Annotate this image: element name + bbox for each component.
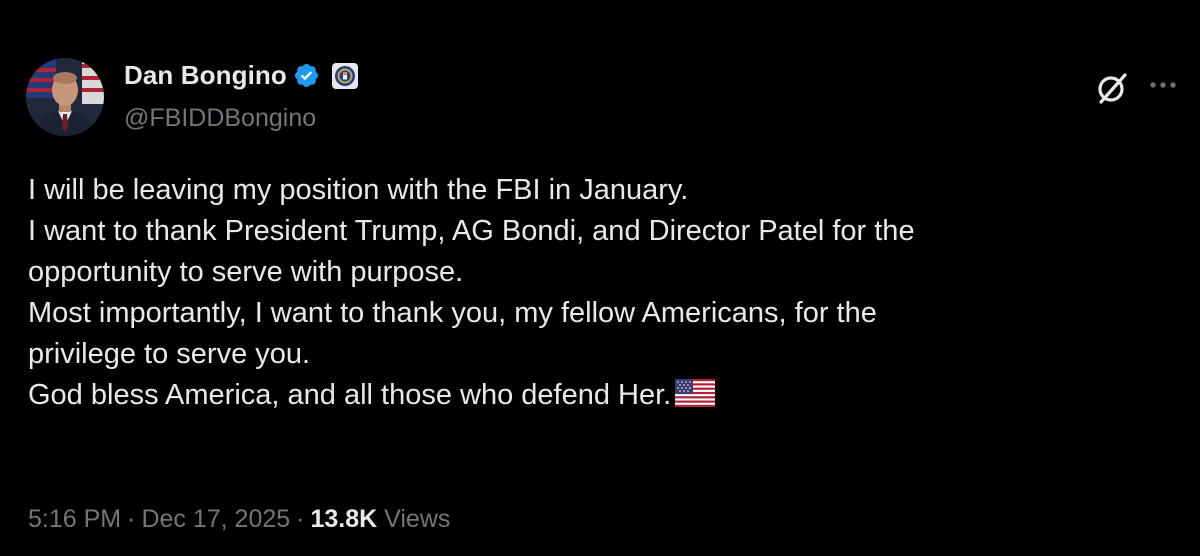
tweet-line: privilege to serve you. — [28, 338, 311, 370]
meta-separator: · — [127, 505, 136, 533]
tweet-meta: 5:16 PM · Dec 17, 2025 · 13.8K Views — [28, 505, 450, 534]
tweet-text: I will be leaving my position with the F… — [28, 170, 1168, 416]
avatar[interactable] — [26, 58, 104, 136]
tweet-line-last: God bless America, and all those who def… — [28, 375, 1168, 416]
views-label: Views — [384, 505, 451, 533]
tweet-line: I will be leaving my position with the F… — [28, 174, 689, 206]
tweet-time[interactable]: 5:16 PM — [28, 505, 121, 533]
us-flag-emoji-icon — [675, 379, 716, 407]
avatar-image — [26, 58, 104, 136]
author-handle[interactable]: @FBIDDBongino — [124, 104, 316, 133]
tweet-date[interactable]: Dec 17, 2025 — [141, 505, 290, 533]
tweet-line: God bless America, and all those who def… — [28, 379, 672, 411]
tweet-line: I want to thank President Trump, AG Bond… — [28, 215, 915, 247]
views-count[interactable]: 13.8K — [310, 505, 377, 533]
grok-icon[interactable] — [1094, 70, 1130, 106]
meta-separator: · — [296, 505, 305, 533]
author-name-row: Dan Bongino — [124, 60, 358, 91]
fbi-seal-affiliation-icon[interactable] — [331, 62, 358, 89]
author-name[interactable]: Dan Bongino — [124, 60, 287, 91]
tweet-line: opportunity to serve with purpose. — [28, 256, 464, 288]
more-options-icon[interactable] — [1148, 70, 1178, 100]
verified-badge-icon[interactable] — [293, 62, 320, 89]
fbi-seal-graphic — [334, 65, 355, 86]
tweet-line: Most importantly, I want to thank you, m… — [28, 297, 877, 329]
